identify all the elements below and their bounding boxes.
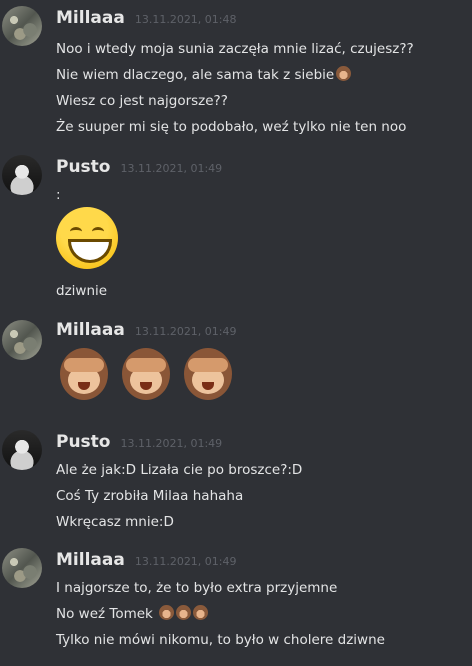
message-text-content: No weź Tomek: [56, 606, 153, 622]
message-header: Millaaa 13.11.2021, 01:49: [56, 550, 237, 570]
message-text: I najgorsze to, że to było extra przyjem…: [56, 580, 338, 596]
message-body: I najgorsze to, że to było extra przyjem…: [56, 575, 466, 653]
message-text: Ale że jak:D Lizała cie po broszce?:D: [56, 462, 303, 478]
message-timestamp: 13.11.2021, 01:49: [134, 325, 237, 338]
see-no-evil-monkey-icon: [159, 605, 175, 620]
message-timestamp: 13.11.2021, 01:49: [120, 162, 223, 175]
see-no-evil-monkey-icon: [180, 346, 236, 406]
user-avatar[interactable]: [2, 155, 42, 195]
chat-log: Millaaa 13.11.2021, 01:48 Noo i wtedy mo…: [0, 0, 472, 666]
message-header: Millaaa 13.11.2021, 01:48: [56, 8, 237, 28]
message-text: Wiesz co jest najgorsze??: [56, 93, 228, 109]
user-avatar[interactable]: [2, 320, 42, 360]
author-name[interactable]: Millaaa: [56, 320, 125, 340]
message-text: Noo i wtedy moja sunia zaczęła mnie liza…: [56, 41, 414, 57]
see-no-evil-monkey-icon: [176, 605, 192, 620]
message-text: No weź Tomek: [56, 601, 466, 627]
author-name[interactable]: Pusto: [56, 157, 111, 177]
message-body: :: [56, 182, 466, 208]
user-avatar[interactable]: [2, 6, 42, 46]
message-text: Tylko nie mówi nikomu, to było w cholere…: [56, 632, 385, 648]
author-name[interactable]: Millaaa: [56, 8, 125, 28]
grinning-face-icon: [56, 207, 118, 269]
author-name[interactable]: Millaaa: [56, 550, 125, 570]
message-timestamp: 13.11.2021, 01:48: [134, 13, 237, 26]
message-text: Wkręcasz mnie:D: [56, 514, 174, 530]
message-body: Ale że jak:D Lizała cie po broszce?:D Co…: [56, 457, 466, 535]
message-text-content: Nie wiem dlaczego, ale sama tak z siebie: [56, 67, 335, 83]
see-no-evil-monkey-icon: [118, 346, 174, 406]
message-body: Noo i wtedy moja sunia zaczęła mnie liza…: [56, 36, 466, 140]
message-header: Pusto 13.11.2021, 01:49: [56, 432, 222, 452]
user-avatar[interactable]: [2, 548, 42, 588]
user-avatar[interactable]: [2, 430, 42, 470]
message-timestamp: 13.11.2021, 01:49: [120, 437, 223, 450]
see-no-evil-monkey-icon: [193, 605, 209, 620]
author-name[interactable]: Pusto: [56, 432, 111, 452]
message-body: dziwnie: [56, 278, 466, 304]
message-header: Pusto 13.11.2021, 01:49: [56, 157, 222, 177]
message-timestamp: 13.11.2021, 01:49: [134, 555, 237, 568]
see-no-evil-monkey-icon: [336, 66, 352, 81]
message-text: Że suuper mi się to podobało, weź tylko …: [56, 119, 407, 135]
message-text: :: [56, 187, 61, 203]
message-header: Millaaa 13.11.2021, 01:49: [56, 320, 237, 340]
message-text: Nie wiem dlaczego, ale sama tak z siebie: [56, 62, 466, 88]
message-text: dziwnie: [56, 283, 108, 299]
see-no-evil-monkey-icon: [56, 346, 112, 406]
message-text: Coś Ty zrobiła Milaa hahaha: [56, 488, 244, 504]
